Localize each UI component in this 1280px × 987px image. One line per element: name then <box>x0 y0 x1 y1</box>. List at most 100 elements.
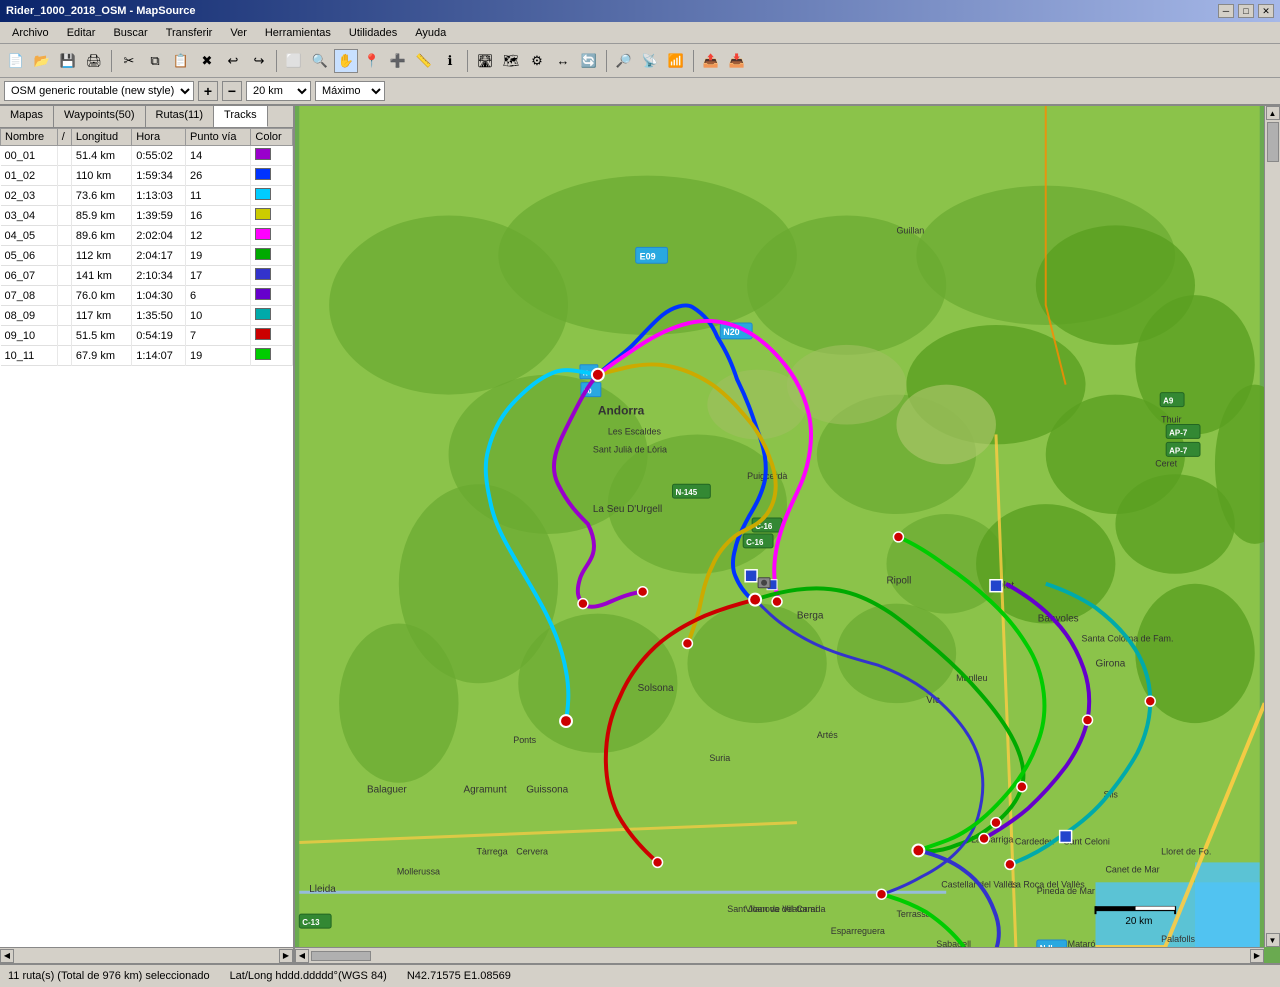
table-row[interactable]: 03_04 85.9 km 1:39:59 16 <box>1 206 293 226</box>
cell-color <box>251 206 293 226</box>
new-button[interactable]: 📄 <box>4 49 28 73</box>
menu-transferir[interactable]: Transferir <box>158 25 221 41</box>
menu-ayuda[interactable]: Ayuda <box>407 25 454 41</box>
zoom-in-btn[interactable]: + <box>198 81 218 101</box>
table-row[interactable]: 02_03 73.6 km 1:13:03 11 <box>1 186 293 206</box>
device-btn2[interactable]: 📶 <box>664 49 688 73</box>
transfer-btn2[interactable]: 📥 <box>725 49 749 73</box>
find-button[interactable]: 🔎 <box>612 49 636 73</box>
table-row[interactable]: 04_05 89.6 km 2:02:04 12 <box>1 226 293 246</box>
mode-select[interactable]: Máximo <box>315 81 385 101</box>
col-nombre[interactable]: Nombre <box>1 129 58 146</box>
route-opt2[interactable]: 🗺 <box>499 49 523 73</box>
cell-slash <box>57 266 71 286</box>
map-scroll-right-btn[interactable]: ▶ <box>1250 949 1264 963</box>
scroll-v-thumb[interactable] <box>1267 122 1279 162</box>
pan-tool[interactable]: ✋ <box>334 49 358 73</box>
col-slash[interactable]: / <box>57 129 71 146</box>
cut-button[interactable]: ✂ <box>117 49 141 73</box>
col-hora[interactable]: Hora <box>132 129 186 146</box>
minimize-button[interactable]: ─ <box>1218 4 1234 18</box>
cell-longitud: 67.9 km <box>71 346 131 366</box>
cell-slash <box>57 306 71 326</box>
distance-select[interactable]: 20 km <box>246 81 311 101</box>
map-select[interactable]: OSM generic routable (new style) <box>4 81 194 101</box>
svg-text:Berga: Berga <box>797 611 824 622</box>
print-button[interactable]: 🖨 <box>82 49 106 73</box>
map-scroll-h-track[interactable] <box>309 949 1250 963</box>
scroll-up-btn[interactable]: ▲ <box>1266 106 1280 120</box>
col-longitud[interactable]: Longitud <box>71 129 131 146</box>
device-btn1[interactable]: 📡 <box>638 49 662 73</box>
sep4 <box>606 50 607 72</box>
maximize-button[interactable]: □ <box>1238 4 1254 18</box>
tab-rutas[interactable]: Rutas(11) <box>146 106 214 127</box>
map-scrollbar-v: ▲ ▼ <box>1264 106 1280 947</box>
menu-utilidades[interactable]: Utilidades <box>341 25 405 41</box>
info-tool[interactable]: ℹ <box>438 49 462 73</box>
svg-text:Canet de Mar: Canet de Mar <box>1105 864 1159 874</box>
route-opt5[interactable]: 🔄 <box>577 49 601 73</box>
table-row[interactable]: 08_09 117 km 1:35:50 10 <box>1 306 293 326</box>
redo-button[interactable]: ↪ <box>247 49 271 73</box>
tab-mapas[interactable]: Mapas <box>0 106 54 127</box>
toolbar1: 📄 📂 💾 🖨 ✂ ⧉ 📋 ✖ ↩ ↪ ⬜ 🔍 ✋ 📍 ➕ 📏 ℹ 🛣 🗺 ⚙ … <box>0 44 1280 78</box>
cell-nombre: 03_04 <box>1 206 58 226</box>
cell-longitud: 51.5 km <box>71 326 131 346</box>
close-button[interactable]: ✕ <box>1258 4 1274 18</box>
scroll-right-btn[interactable]: ▶ <box>279 949 293 963</box>
table-row[interactable]: 05_06 112 km 2:04:17 19 <box>1 246 293 266</box>
menu-buscar[interactable]: Buscar <box>105 25 155 41</box>
svg-text:La Seu D'Urgell: La Seu D'Urgell <box>593 504 662 515</box>
map-scroll-left-btn[interactable]: ◀ <box>295 949 309 963</box>
status-coords-label: Lat/Long hddd.ddddd°(WGS 84) <box>230 970 387 982</box>
tab-tracks[interactable]: Tracks <box>214 106 268 127</box>
cell-color <box>251 266 293 286</box>
cell-nombre: 10_11 <box>1 346 58 366</box>
svg-text:Thuir: Thuir <box>1161 414 1181 424</box>
table-row[interactable]: 10_11 67.9 km 1:14:07 19 <box>1 346 293 366</box>
cell-slash <box>57 346 71 366</box>
save-button[interactable]: 💾 <box>56 49 80 73</box>
route-opt4[interactable]: ↔ <box>551 49 575 73</box>
table-row[interactable]: 01_02 110 km 1:59:34 26 <box>1 166 293 186</box>
table-row[interactable]: 06_07 141 km 2:10:34 17 <box>1 266 293 286</box>
delete-button[interactable]: ✖ <box>195 49 219 73</box>
route-opt1[interactable]: 🛣 <box>473 49 497 73</box>
scroll-v-track[interactable] <box>1265 120 1280 933</box>
map-scroll-h-thumb[interactable] <box>311 951 371 961</box>
zoom-in-tool[interactable]: 🔍 <box>308 49 332 73</box>
menu-editar[interactable]: Editar <box>59 25 104 41</box>
map-area[interactable]: Andorra Les Escaldes Sant Julià de Lòria… <box>295 106 1280 963</box>
scroll-down-btn[interactable]: ▼ <box>1266 933 1280 947</box>
svg-text:C-13: C-13 <box>302 918 320 927</box>
menu-ver[interactable]: Ver <box>222 25 255 41</box>
route-opt3[interactable]: ⚙ <box>525 49 549 73</box>
svg-text:Vilanova del Camí: Vilanova del Camí <box>745 904 818 914</box>
tabs-row: Mapas Waypoints(50) Rutas(11) Tracks <box>0 106 293 128</box>
scroll-left-btn[interactable]: ◀ <box>0 949 14 963</box>
transfer-btn1[interactable]: 📤 <box>699 49 723 73</box>
waypoint-tool[interactable]: 📍 <box>360 49 384 73</box>
table-row[interactable]: 09_10 51.5 km 0:54:19 7 <box>1 326 293 346</box>
paste-button[interactable]: 📋 <box>169 49 193 73</box>
cell-punto-via: 12 <box>186 226 251 246</box>
table-row[interactable]: 00_01 51.4 km 0:55:02 14 <box>1 146 293 166</box>
svg-text:Agramunt: Agramunt <box>464 785 507 796</box>
col-color[interactable]: Color <box>251 129 293 146</box>
table-row[interactable]: 07_08 76.0 km 1:04:30 6 <box>1 286 293 306</box>
copy-button[interactable]: ⧉ <box>143 49 167 73</box>
status-coords-value: N42.71575 E1.08569 <box>407 970 511 982</box>
menu-archivo[interactable]: Archivo <box>4 25 57 41</box>
tab-waypoints[interactable]: Waypoints(50) <box>54 106 146 127</box>
measure-tool[interactable]: 📏 <box>412 49 436 73</box>
select-tool[interactable]: ⬜ <box>282 49 306 73</box>
col-punto-via[interactable]: Punto vía <box>186 129 251 146</box>
undo-button[interactable]: ↩ <box>221 49 245 73</box>
zoom-out-btn[interactable]: − <box>222 81 242 101</box>
svg-text:A9: A9 <box>1163 397 1174 406</box>
svg-text:Sant Julià de Lòria: Sant Julià de Lòria <box>593 444 667 454</box>
open-button[interactable]: 📂 <box>30 49 54 73</box>
route-tool[interactable]: ➕ <box>386 49 410 73</box>
menu-herramientas[interactable]: Herramientas <box>257 25 339 41</box>
